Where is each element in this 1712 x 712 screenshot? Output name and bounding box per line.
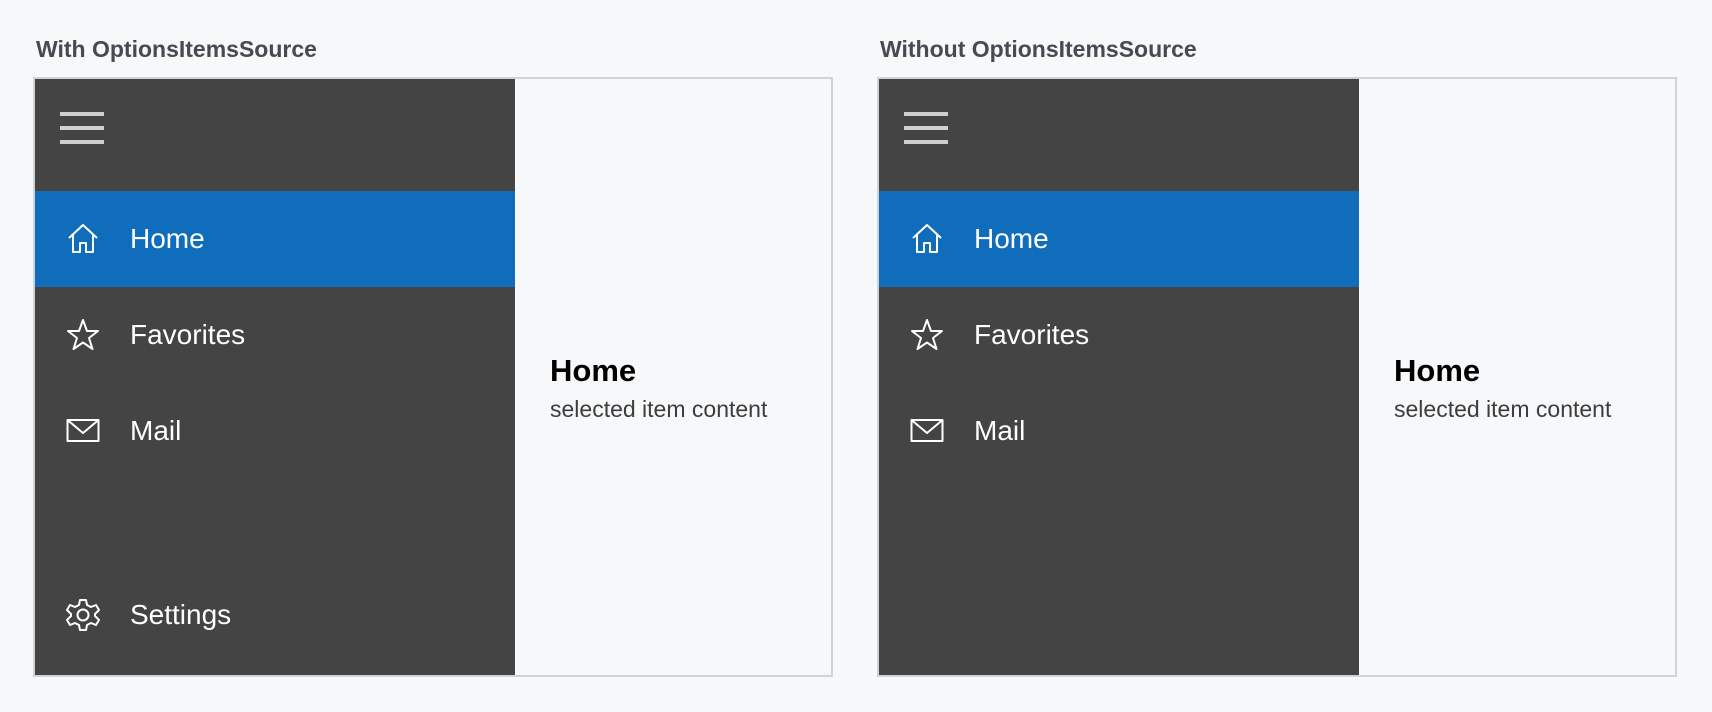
navigation-pane: Home Favorites Mail xyxy=(879,79,1359,675)
home-icon xyxy=(63,219,103,259)
nav-item-mail[interactable]: Mail xyxy=(35,383,515,479)
nav-item-home[interactable]: Home xyxy=(879,191,1359,287)
content-subtitle: selected item content xyxy=(1394,396,1612,423)
nav-item-home[interactable]: Home xyxy=(35,191,515,287)
hamburger-button[interactable] xyxy=(60,112,104,146)
hamburger-button[interactable] xyxy=(904,112,948,146)
panel-title: With OptionsItemsSource xyxy=(36,36,317,62)
hamburger-line xyxy=(904,140,948,144)
nav-item-label: Home xyxy=(974,223,1049,254)
panel-title: Without OptionsItemsSource xyxy=(880,36,1197,62)
content-area: Home selected item content xyxy=(550,353,768,423)
mail-icon xyxy=(907,411,947,451)
content-title: Home xyxy=(550,353,637,388)
hamburger-line xyxy=(60,140,104,144)
nav-item-favorites[interactable]: Favorites xyxy=(879,287,1359,383)
hamburger-line xyxy=(60,112,104,116)
hamburger-line xyxy=(60,126,104,130)
content-area: Home selected item content xyxy=(1394,353,1612,423)
mail-icon xyxy=(63,411,103,451)
star-icon xyxy=(63,315,103,355)
gear-icon xyxy=(63,595,103,635)
navigation-pane: Home Favorites Mail xyxy=(35,79,515,675)
nav-item-mail[interactable]: Mail xyxy=(879,383,1359,479)
content-title: Home xyxy=(1394,353,1481,388)
nav-item-favorites[interactable]: Favorites xyxy=(35,287,515,383)
nav-item-label: Settings xyxy=(130,599,232,630)
nav-item-label: Mail xyxy=(974,415,1026,446)
nav-item-label: Home xyxy=(130,223,205,254)
star-icon xyxy=(907,315,947,355)
nav-item-label: Favorites xyxy=(130,319,246,350)
content-subtitle: selected item content xyxy=(550,396,768,423)
hamburger-menu-control: Home Favorites Mail xyxy=(33,77,833,677)
nav-item-label: Favorites xyxy=(974,319,1090,350)
nav-item-settings[interactable]: Settings xyxy=(35,567,515,663)
hamburger-line xyxy=(904,112,948,116)
nav-item-label: Mail xyxy=(130,415,182,446)
hamburger-line xyxy=(904,126,948,130)
home-icon xyxy=(907,219,947,259)
hamburger-menu-control: Home Favorites Mail xyxy=(877,77,1677,677)
